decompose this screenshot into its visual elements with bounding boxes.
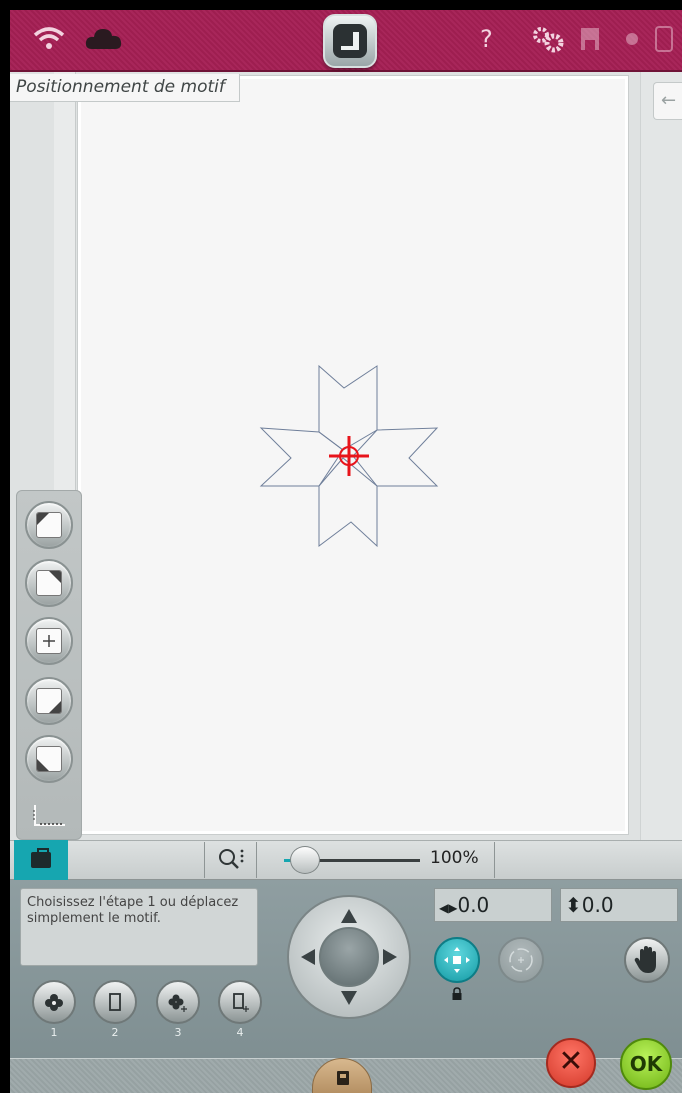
hand-icon — [634, 946, 656, 973]
step-1-button[interactable] — [32, 980, 76, 1024]
move-mode-button[interactable] — [434, 937, 480, 983]
horizontal-arrows-icon: ◀▶ — [439, 901, 458, 915]
zoom-level-label: 100% — [430, 848, 479, 868]
divider — [204, 842, 205, 878]
stitchout-button[interactable] — [312, 1058, 372, 1093]
page-title: Positionnement de motif — [10, 74, 240, 102]
instruction-message: Choisissez l'étape 1 ou déplacez simplem… — [20, 888, 258, 966]
ruler-icon[interactable] — [31, 803, 69, 829]
settings-icon[interactable] — [528, 24, 568, 54]
move-arrows-icon — [444, 947, 470, 973]
stitchout-icon — [337, 1071, 349, 1085]
step-number: 3 — [174, 1026, 182, 1039]
x-position-field[interactable]: ◀▶0.0 — [434, 888, 552, 922]
align-top-right-button[interactable] — [25, 559, 73, 607]
arrow-down-icon — [341, 991, 357, 1005]
align-top-left-button[interactable] — [25, 501, 73, 549]
y-position-value: 0.0 — [581, 893, 614, 917]
divider — [494, 842, 495, 878]
cloud-icon[interactable] — [84, 24, 124, 54]
wifi-icon[interactable] — [32, 24, 66, 54]
direction-pad[interactable] — [287, 895, 411, 1019]
top-bar: ? — [10, 10, 682, 72]
step-4-button[interactable] — [218, 980, 262, 1024]
align-center-button[interactable] — [25, 617, 73, 665]
flower-target-icon — [168, 994, 187, 1012]
position-toolbar — [16, 490, 82, 840]
device-icon[interactable] — [652, 24, 676, 54]
arrow-up-icon — [341, 909, 357, 923]
ok-button[interactable]: OK — [620, 1038, 672, 1090]
hoop-target-icon — [233, 993, 249, 1012]
lock-icon[interactable] — [451, 987, 463, 1001]
arrow-left-icon — [301, 949, 315, 965]
zoom-slider-handle[interactable] — [290, 846, 321, 874]
divider — [256, 842, 257, 878]
top-left-corner-icon — [37, 513, 49, 525]
x-position-value: 0.0 — [457, 893, 490, 917]
home-button[interactable] — [323, 14, 377, 68]
right-rail — [640, 72, 682, 840]
step-3-button[interactable] — [156, 980, 200, 1024]
zoom-options-icon[interactable] — [216, 846, 246, 872]
rotate-icon — [509, 948, 533, 972]
zoom-slider[interactable] — [282, 846, 422, 874]
step-number: 1 — [50, 1026, 58, 1039]
embroidery-design[interactable] — [255, 360, 445, 550]
help-icon[interactable]: ? — [480, 24, 493, 54]
vertical-arrows-icon: ⬍ — [565, 893, 582, 917]
align-bottom-right-button[interactable] — [25, 677, 73, 725]
step-number: 2 — [111, 1026, 119, 1039]
pan-hand-button[interactable] — [624, 937, 670, 983]
bottom-right-corner-icon — [49, 701, 61, 713]
y-position-field[interactable]: ⬍0.0 — [560, 888, 678, 922]
cancel-button[interactable]: ✕ — [546, 1038, 596, 1088]
center-plus-icon — [43, 635, 55, 647]
center-crosshair-icon — [329, 436, 369, 476]
align-bottom-left-button[interactable] — [25, 735, 73, 783]
flower-step-icon — [45, 994, 63, 1011]
arrow-right-icon — [383, 949, 397, 965]
save-icon[interactable] — [578, 24, 602, 54]
toolbox-tab[interactable] — [14, 840, 68, 880]
collapse-panel-tab[interactable]: ← — [653, 82, 682, 120]
step-2-button[interactable] — [93, 980, 137, 1024]
top-right-corner-icon — [49, 571, 61, 583]
rotate-mode-button[interactable] — [498, 937, 544, 983]
bottom-left-corner-icon — [37, 759, 49, 771]
hoop-step-icon — [109, 993, 121, 1011]
direction-pad-center[interactable] — [319, 927, 379, 987]
embroidery-mode-icon — [333, 24, 367, 58]
step-number: 4 — [236, 1026, 244, 1039]
record-icon[interactable] — [622, 24, 642, 54]
toolbox-icon — [31, 848, 51, 868]
